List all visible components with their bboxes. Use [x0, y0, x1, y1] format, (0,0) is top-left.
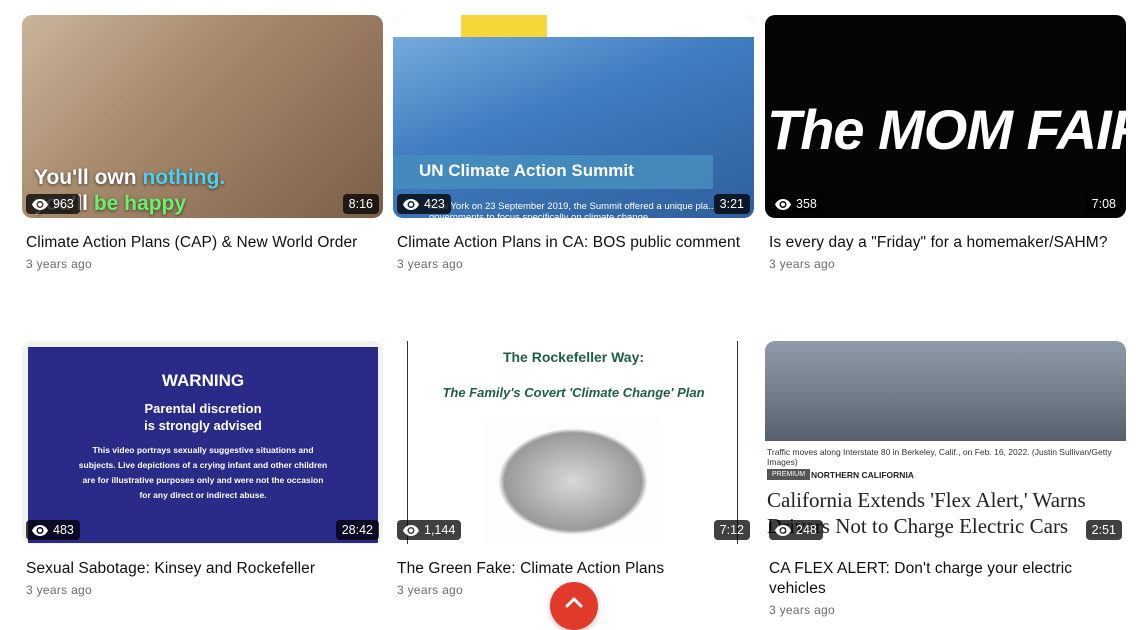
warning-line: Parental discretion [144, 401, 262, 416]
duration-badge: 3:21 [713, 194, 750, 214]
video-card[interactable]: UN Climate Action Summit New York on 23 … [393, 15, 754, 271]
eye-icon [775, 198, 791, 210]
duration-badge: 28:42 [335, 520, 379, 540]
eye-icon [775, 524, 791, 536]
duration-badge: 7:08 [1085, 194, 1122, 214]
view-count-badge: 1,144 [397, 520, 462, 540]
video-title[interactable]: The Green Fake: Climate Action Plans [397, 559, 754, 579]
scroll-to-top-button[interactable] [550, 582, 598, 630]
duration-badge: 2:51 [1085, 520, 1122, 540]
traffic-photo [765, 341, 1126, 441]
video-card[interactable]: The MOM FAIRY 358 7:08 Is every day a "F… [765, 15, 1126, 271]
eye-icon [32, 198, 48, 210]
video-thumbnail[interactable]: The MOM FAIRY 358 7:08 [765, 15, 1126, 218]
eye-icon [32, 524, 48, 536]
video-thumbnail[interactable]: UN Climate Action Summit New York on 23 … [393, 15, 754, 218]
warning-body: This video portrays sexually suggestive … [78, 445, 328, 500]
chevron-up-icon [565, 597, 583, 608]
view-count-badge: 358 [769, 194, 823, 214]
video-age: 3 years ago [769, 257, 836, 271]
video-age: 3 years ago [769, 603, 836, 617]
video-card[interactable]: You'll own nothing. you'll be happy 963 … [22, 15, 383, 271]
video-age: 3 years ago [26, 583, 93, 597]
video-title[interactable]: Climate Action Plans (CAP) & New World O… [26, 233, 383, 253]
video-thumbnail[interactable]: Traffic moves along Interstate 80 in Ber… [765, 341, 1126, 544]
video-card[interactable]: The Rockefeller Way: The Family's Covert… [393, 341, 754, 597]
video-thumbnail[interactable]: You'll own nothing. you'll be happy 963 … [22, 15, 383, 218]
video-thumbnail[interactable]: WARNING Parental discretion is strongly … [22, 341, 383, 544]
video-title[interactable]: Is every day a "Friday" for a homemaker/… [769, 233, 1126, 253]
cartoon-illustration [485, 419, 661, 544]
warning-screen: WARNING Parental discretion is strongly … [28, 347, 378, 543]
video-title[interactable]: CA FLEX ALERT: Don't charge your electri… [769, 559, 1126, 599]
premium-badge: PREMIUM [767, 469, 811, 480]
thumbnail-header-bar [393, 15, 754, 37]
view-count-badge: 483 [26, 520, 80, 540]
thumbnail-text: The MOM FAIRY [767, 98, 1126, 161]
warning-line: is strongly advised [144, 418, 262, 433]
thumbnail-heading: The Rockefeller Way: [502, 349, 645, 365]
warning-heading: WARNING [161, 371, 245, 390]
view-count-badge: 248 [769, 520, 823, 540]
thumbnail-caption: New York on 23 September 2019, the Summi… [429, 201, 717, 218]
photo-caption: Traffic moves along Interstate 80 in Ber… [767, 447, 1112, 467]
border-line [407, 341, 408, 544]
thumbnail-banner [461, 15, 547, 37]
video-card[interactable]: WARNING Parental discretion is strongly … [22, 341, 383, 597]
view-count-badge: 423 [397, 194, 451, 214]
duration-badge: 7:12 [713, 520, 750, 540]
thumbnail-label: UN Climate Action Summit [393, 155, 713, 189]
eye-icon [403, 524, 419, 536]
border-line [737, 341, 738, 544]
video-title[interactable]: Sexual Sabotage: Kinsey and Rockefeller [26, 559, 383, 579]
video-title[interactable]: Climate Action Plans in CA: BOS public c… [397, 233, 754, 253]
view-count-badge: 963 [26, 194, 80, 214]
section-label: NORTHERN CALIFORNIA [811, 470, 914, 480]
video-thumbnail[interactable]: The Rockefeller Way: The Family's Covert… [393, 341, 754, 544]
video-age: 3 years ago [397, 257, 464, 271]
video-card[interactable]: Traffic moves along Interstate 80 in Ber… [765, 341, 1126, 617]
eye-icon [403, 198, 419, 210]
video-age: 3 years ago [26, 257, 93, 271]
thumbnail-subheading: The Family's Covert 'Climate Change' Pla… [442, 385, 705, 400]
duration-badge: 8:16 [342, 194, 379, 214]
